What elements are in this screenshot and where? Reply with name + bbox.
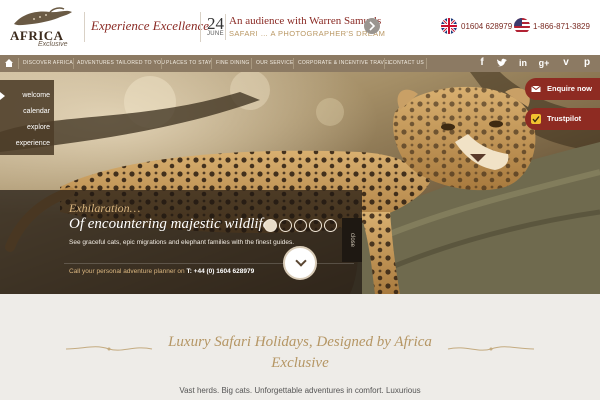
- linkedin-icon[interactable]: in: [517, 57, 529, 69]
- flourish-right-icon: [447, 346, 535, 351]
- header-divider: [200, 12, 201, 42]
- africa-exclusive-logo[interactable]: AFRICA Exclusive: [8, 6, 80, 50]
- trustpilot-button[interactable]: Trustpilot: [525, 108, 600, 130]
- envelope-icon: [531, 85, 541, 92]
- tagline: Experience Excellence: [91, 18, 209, 33]
- nav-separator: [18, 58, 19, 69]
- nav-separator: [426, 58, 427, 69]
- enquire-now-label: Enquire now: [547, 84, 592, 93]
- nav-corporate[interactable]: CORPORATE & INCENTIVE TRAVEL: [298, 55, 391, 72]
- scroll-down-button[interactable]: [283, 246, 317, 280]
- slide-dot[interactable]: [279, 219, 292, 232]
- chevron-down-icon: [295, 255, 307, 267]
- uk-phone-number[interactable]: 01604 628979: [461, 22, 512, 31]
- slide-dot[interactable]: [309, 219, 322, 232]
- intro-text: Vast herds. Big cats. Unforgettable adve…: [179, 386, 421, 395]
- nav-adventures[interactable]: ADVENTURES TAILORED TO YOU: [77, 55, 165, 72]
- hero-caption: Exhilaration… Of encountering majestic w…: [0, 190, 362, 294]
- caption-heading: Of encountering majestic wildlife: [69, 216, 270, 232]
- side-menu-welcome[interactable]: welcome: [0, 92, 50, 99]
- google-plus-icon[interactable]: g+: [538, 57, 550, 69]
- nav-separator: [161, 58, 162, 69]
- side-menu-explore[interactable]: explore: [0, 124, 50, 131]
- nav-contact-us[interactable]: CONTACT US: [389, 55, 424, 72]
- nav-separator: [73, 58, 74, 69]
- pinterest-icon[interactable]: p: [581, 57, 593, 69]
- side-menu-calendar[interactable]: calendar: [0, 108, 50, 115]
- site-header: AFRICA Exclusive Experience Excellence 2…: [0, 0, 600, 55]
- event-more-button[interactable]: [364, 18, 380, 34]
- uk-flag-icon: [441, 18, 457, 34]
- slide-dot[interactable]: [324, 219, 337, 232]
- enquire-now-button[interactable]: Enquire now: [525, 78, 600, 100]
- side-menu-experience[interactable]: experience: [0, 140, 50, 147]
- slide-dot[interactable]: [294, 219, 307, 232]
- twitter-icon[interactable]: [496, 57, 508, 69]
- planner-label: Call your personal adventure planner on: [69, 268, 185, 275]
- slide-dot[interactable]: [264, 219, 277, 232]
- hero-slideshow: welcome calendar explore experience Enqu…: [0, 72, 600, 294]
- caption-close-tab[interactable]: close: [342, 218, 362, 262]
- logo-subtitle: Exclusive: [38, 41, 68, 48]
- caption-text: See graceful cats, epic migrations and e…: [69, 239, 295, 246]
- trustpilot-icon: [531, 114, 541, 124]
- us-flag-icon: [514, 18, 530, 34]
- nav-fine-dining[interactable]: FINE DINING: [216, 55, 250, 72]
- nav-separator: [251, 58, 252, 69]
- nav-separator: [293, 58, 294, 69]
- nav-discover-africa[interactable]: DISCOVER AFRICA: [23, 55, 73, 72]
- trustpilot-label: Trustpilot: [547, 114, 582, 123]
- intro-title: Luxury Safari Holidays, Designed by Afri…: [168, 334, 432, 371]
- header-divider: [225, 14, 226, 40]
- event-title[interactable]: An audience with Warren Samuels: [229, 15, 381, 27]
- intro-section: Luxury Safari Holidays, Designed by Afri…: [0, 294, 600, 400]
- nav-separator: [384, 58, 385, 69]
- main-nav: DISCOVER AFRICA ADVENTURES TAILORED TO Y…: [0, 55, 600, 72]
- us-phone-number[interactable]: 1-866-871-3829: [533, 22, 590, 31]
- planner-phone[interactable]: T: +44 (0) 1604 628979: [186, 268, 254, 275]
- arrow-right-icon: [369, 21, 376, 31]
- nav-places-to-stay[interactable]: PLACES TO STAY: [166, 55, 212, 72]
- leopard-logo-icon: [14, 7, 72, 26]
- caption-eyebrow: Exhilaration…: [69, 201, 141, 215]
- event-subtitle[interactable]: SAFARI … A PHOTOGRAPHER'S DREAM: [229, 29, 385, 38]
- vimeo-icon[interactable]: v: [560, 57, 572, 69]
- home-icon[interactable]: [4, 58, 14, 68]
- nav-separator: [211, 58, 212, 69]
- event-month: JUNE: [207, 31, 224, 37]
- active-pointer-icon: [0, 92, 5, 100]
- side-menu: welcome calendar explore experience: [0, 80, 54, 155]
- planner-callout: Call your personal adventure planner on …: [69, 268, 254, 275]
- nav-our-service[interactable]: OUR SERVICE: [256, 55, 294, 72]
- flourish-left-icon: [65, 346, 153, 351]
- header-divider: [84, 12, 85, 42]
- facebook-icon[interactable]: f: [476, 57, 488, 69]
